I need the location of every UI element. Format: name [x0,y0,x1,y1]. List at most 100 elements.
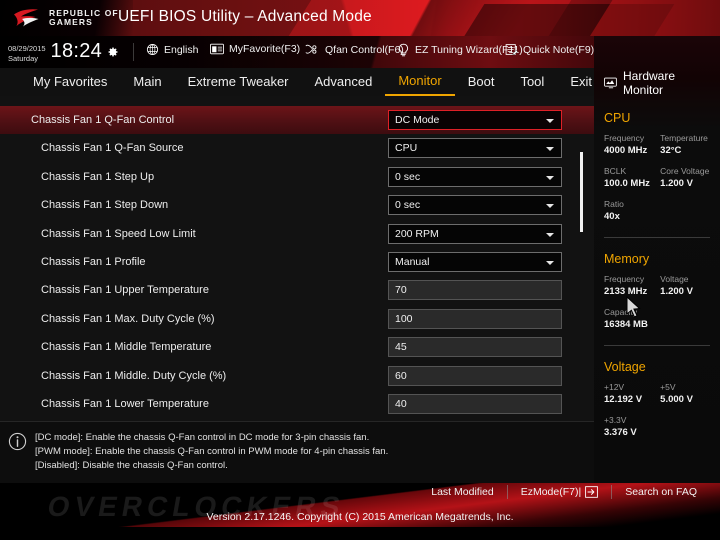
settings-scrollbar-thumb[interactable] [580,152,583,232]
search-faq-label: Search on FAQ [625,486,697,498]
settings-value-dropdown[interactable]: DC Mode [388,110,562,130]
hw-section-title: CPU [604,111,631,125]
monitor-icon [604,77,617,88]
settings-row[interactable]: Chassis Fan 1 Lower Temperature 40 [0,390,594,418]
hw-reading-key: Core Voltage [660,166,710,176]
toolbar-item-ez-tuning-wizard[interactable]: EZ Tuning Wizard(F11) [397,43,523,57]
hw-reading: Voltage 1.200 V [660,273,710,299]
nav-tab-advanced[interactable]: Advanced [302,68,386,96]
settings-value-input[interactable]: 60 [388,365,562,386]
nav-tab-main[interactable]: Main [120,68,174,96]
toolbar-item-quick-note[interactable]: Quick Note(F9) [505,43,594,56]
hw-reading-value: 12.192 V [604,394,643,405]
help-line-2: [PWM mode]: Enable the chassis Q-Fan con… [35,446,389,457]
settings-row[interactable]: Chassis Fan 1 Profile Manual [0,248,594,276]
hw-reading-row: Ratio 40x [604,198,710,224]
settings-value-dropdown[interactable]: 0 sec [388,166,562,187]
settings-value-dropdown[interactable]: Manual [388,252,562,272]
hw-reading-value: 3.376 V [604,427,637,438]
last-modified-button[interactable]: Last Modified [418,486,506,498]
version-text: Version 2.17.1246. Copyright (C) 2015 Am… [206,511,514,523]
settings-row-label: Chassis Fan 1 Upper Temperature [41,284,209,297]
toolbar-item-english[interactable]: English [146,43,198,56]
settings-value-dropdown[interactable]: 0 sec [388,195,562,216]
settings-row[interactable]: Chassis Fan 1 Speed Low Limit 200 RPM [0,220,594,248]
settings-row[interactable]: Chassis Fan 1 Step Down 0 sec [0,191,594,219]
nav-tab-monitor[interactable]: Monitor [385,68,455,96]
hw-reading-row: Frequency 4000 MHz Temperature 32°C [604,132,710,158]
hw-reading: BCLK 100.0 MHz [604,165,660,191]
toolbar-label: MyFavorite(F3) [229,43,301,55]
hw-reading-value: 16384 MB [604,319,648,330]
footer-separator [611,485,613,499]
settings-row[interactable]: Chassis Fan 1 Q-Fan Source CPU [0,134,594,162]
rog-eye-icon [14,8,39,26]
rog-wordmark: REPUBLIC OF GAMERS [49,9,119,26]
chevron-down-icon [546,261,554,265]
hw-reading: Core Voltage 1.200 V [660,165,710,191]
hw-reading-key: Frequency [604,274,645,284]
settings-row[interactable]: Chassis Fan 1 Q-Fan Control DC Mode [0,106,594,134]
nav-tab-list: My Favorites Main Extreme Tweaker Advanced M… [20,68,605,96]
help-line-1: [DC mode]: Enable the chassis Q-Fan cont… [35,432,370,443]
hw-reading-key: Voltage [660,274,689,284]
settings-value-text: 100 [395,312,413,325]
chevron-down-icon [546,119,554,123]
hw-reading-row: +12V 12.192 V +5V 5.000 V [604,381,710,407]
settings-row[interactable]: Chassis Fan 1 Step Up 0 sec [0,163,594,191]
ezmode-button[interactable]: EzMode(F7)| [508,486,612,498]
hw-section-title: Memory [604,252,650,266]
datetime-cluster: 08/29/2015 Saturday 18:24 [8,40,119,64]
settings-value-input[interactable]: 45 [388,337,562,358]
settings-row[interactable]: Chassis Fan 1 Max. Duty Cycle (%) 100 [0,305,594,333]
hw-reading-key: +5V [660,382,676,392]
hw-reading-value: 1.200 V [660,286,693,297]
hw-reading-value: 40x [604,211,620,222]
hw-reading-key: +12V [604,382,625,392]
nav-tab-boot[interactable]: Boot [455,68,508,96]
settings-value-dropdown[interactable]: CPU [388,138,562,159]
hardware-monitor-sections: CPU Frequency 4000 MHz Temperature 32°C BCLK 1… [604,111,710,440]
settings-value-dropdown[interactable]: 200 RPM [388,223,562,244]
nav-tab-my-favorites[interactable]: My Favorites [20,68,120,96]
settings-row[interactable]: Chassis Fan 1 Middle Temperature 45 [0,333,594,361]
footer-separator [506,485,508,499]
chevron-down-icon [546,204,554,209]
page-title: UEFI BIOS Utility – Advanced Mode [118,8,372,25]
settings-value-text: 200 RPM [395,227,439,240]
nav-tab-tool[interactable]: Tool [507,68,557,96]
footer: OVERCLOCKERS Last Modified EzMode(F7)| S… [0,483,720,540]
globe-icon [146,43,159,56]
gear-icon[interactable] [107,46,119,58]
hardware-monitor-title-label: Hardware Monitor [623,69,676,97]
settings-value-text: 0 sec [395,170,421,183]
toolbar-separator [133,43,134,61]
settings-row-label: Chassis Fan 1 Middle Temperature [41,341,212,354]
hw-reading-row: BCLK 100.0 MHz Core Voltage 1.200 V [604,165,710,191]
window-icon [210,43,224,55]
search-faq-button[interactable]: Search on FAQ [612,486,710,498]
settings-row-label: Chassis Fan 1 Max. Duty Cycle (%) [41,312,215,325]
hw-reading [660,414,710,440]
chevron-down-icon [546,147,554,152]
settings-value-input[interactable]: 70 [388,280,562,301]
settings-row[interactable]: Chassis Fan 1 Middle. Duty Cycle (%) 60 [0,362,594,390]
toolbar-item-myfavorite[interactable]: MyFavorite(F3) [210,43,300,55]
weekday-value: Saturday [8,54,39,63]
hw-reading: Frequency 4000 MHz [604,132,660,158]
settings-value-input[interactable]: 40 [388,394,562,414]
settings-row[interactable]: Chassis Fan 1 Upper Temperature 70 [0,276,594,304]
nav-tab-extreme-tweaker[interactable]: Extreme Tweaker [175,68,302,96]
settings-value-input[interactable]: 100 [388,308,562,329]
last-modified-label: Last Modified [431,486,494,498]
settings-value-text: Manual [395,256,430,268]
help-line-3: [Disabled]: Disable the chassis Q-Fan co… [35,460,228,471]
settings-value-text: CPU [395,142,418,155]
arrow-box-icon [585,486,599,498]
bulb-icon [399,43,408,57]
main-nav: My Favorites Main Extreme Tweaker Advanced M… [0,68,594,97]
toolbar-item-qfan-control[interactable]: Qfan Control(F6) [305,43,404,56]
hw-reading: +12V 12.192 V [604,381,660,407]
hw-reading: +3.3V 3.376 V [604,414,660,440]
settings-value-text: 60 [395,369,407,382]
